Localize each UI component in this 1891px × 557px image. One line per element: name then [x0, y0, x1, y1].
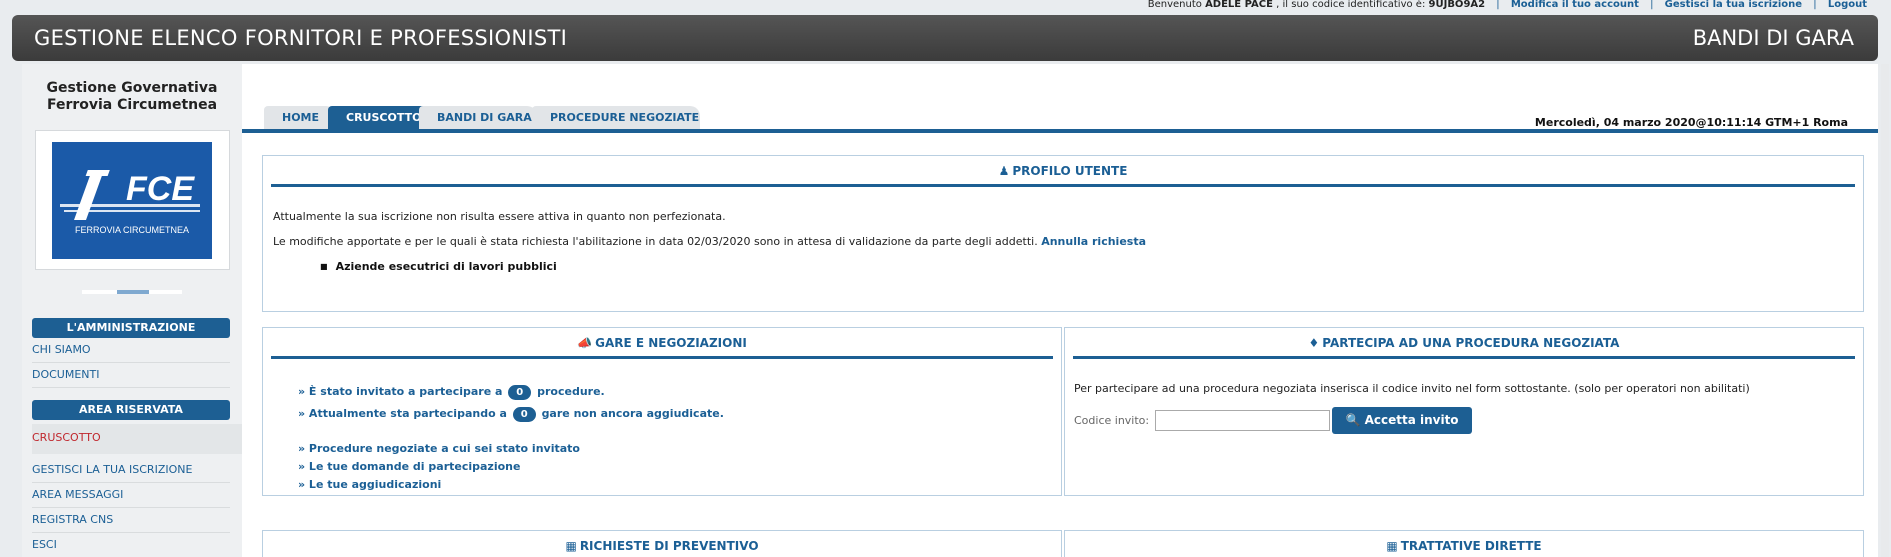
invited-prefix: » È stato invitato a partecipare a: [298, 385, 503, 398]
partecipa-title-text: PARTECIPA AD UNA PROCEDURA NEGOZIATA: [1322, 336, 1620, 350]
search-icon: 🔍: [1345, 413, 1361, 427]
org-name-line1: Gestione Governativa: [46, 80, 218, 96]
trattative-panel: ▦ TRATTATIVE DIRETTE: [1064, 530, 1864, 557]
slider-indicator[interactable]: [82, 290, 182, 294]
tab-home[interactable]: HOME: [264, 106, 336, 129]
preventivo-panel-title: ▦ RICHIESTE DI PREVENTIVO: [271, 531, 1053, 557]
app-header: GESTIONE ELENCO FORNITORI E PROFESSIONIS…: [12, 15, 1878, 61]
profile-panel-title: ♟ PROFILO UTENTE: [271, 156, 1855, 187]
page-scrollbar[interactable]: [1881, 64, 1889, 557]
participating-suffix: gare non ancora aggiudicate.: [541, 407, 724, 420]
trattative-panel-title: ▦ TRATTATIVE DIRETTE: [1073, 531, 1855, 557]
profile-title-text: PROFILO UTENTE: [1012, 164, 1128, 178]
fce-logo: FCE FERROVIA CIRCUMETNEA: [52, 141, 212, 259]
current-datetime: Mercoledì, 04 marzo 2020@10:11:14 GTM+1 …: [1534, 116, 1848, 129]
modify-account-link[interactable]: Modifica il tuo account: [1511, 0, 1639, 10]
separator: |: [1650, 0, 1654, 10]
sidebar-item-cruscotto[interactable]: CRUSCOTTO: [32, 424, 256, 454]
sidebar-item-chi-siamo[interactable]: CHI SIAMO: [32, 338, 230, 363]
tag-icon: ♦: [1308, 336, 1320, 350]
sidebar-item-documenti[interactable]: DOCUMENTI: [32, 363, 230, 388]
main-content: HOME CRUSCOTTO BANDI DI GARA PROCEDURE N…: [242, 64, 1878, 557]
invite-code-input[interactable]: [1155, 410, 1330, 431]
section-title: BANDI DI GARA: [1692, 26, 1854, 50]
sidebar: Gestione Governativa Ferrovia Circumetne…: [22, 64, 256, 557]
user-code: 9UJBO9A2: [1428, 0, 1486, 10]
profile-pending-message: Le modifiche apportate e per le quali è …: [273, 235, 1038, 248]
separator: |: [1813, 0, 1817, 10]
manage-registration-link[interactable]: Gestisci la tua iscrizione: [1665, 0, 1802, 10]
user-icon: ♟: [998, 164, 1010, 178]
logo-caption: FERROVIA CIRCUMETNEA: [74, 224, 189, 235]
organization-name: Gestione Governativa Ferrovia Circumetne…: [22, 80, 242, 114]
user-bar: Benvenuto ADELE PACE , il suo codice ide…: [1148, 0, 1867, 12]
sidebar-item-gestisci-iscrizione[interactable]: GESTISCI LA TUA ISCRIZIONE: [32, 458, 230, 483]
code-text: , il suo codice identificativo è:: [1276, 0, 1426, 10]
logo-container[interactable]: FCE FERROVIA CIRCUMETNEA: [34, 130, 230, 270]
invited-suffix: procedure.: [537, 385, 605, 398]
preventivo-title-text: RICHIESTE DI PREVENTIVO: [579, 539, 759, 553]
logout-link[interactable]: Logout: [1828, 0, 1867, 10]
welcome-prefix: Benvenuto: [1147, 0, 1202, 10]
invite-code-label: Codice invito:: [1074, 414, 1150, 427]
gare-panel: 📣 GARE E NEGOZIAZIONI » È stato invitato …: [262, 327, 1062, 496]
gare-title-text: GARE E NEGOZIAZIONI: [595, 336, 747, 350]
partecipa-panel-title: ♦ PARTECIPA AD UNA PROCEDURA NEGOZIATA: [1073, 328, 1855, 359]
profile-pending-text: Le modifiche apportate e per le quali è …: [273, 235, 1146, 248]
participating-line[interactable]: » Attualmente sta partecipando a 0 gare …: [298, 407, 724, 422]
applications-link[interactable]: » Le tue domande di partecipazione: [298, 460, 520, 473]
accept-invite-button[interactable]: 🔍 Accetta invito: [1332, 407, 1472, 434]
invited-count-badge: 0: [508, 385, 532, 400]
list-icon: ▦: [1386, 539, 1398, 553]
sidebar-item-esci[interactable]: ESCI: [32, 533, 230, 557]
slider-active-dot: [117, 290, 149, 294]
fce-logo-graphic: FCE: [60, 169, 200, 220]
app-title: GESTIONE ELENCO FORNITORI E PROFESSIONIS…: [34, 26, 568, 50]
list-icon: ▦: [565, 539, 577, 553]
megaphone-icon: 📣: [577, 336, 593, 350]
tab-bandi-di-gara[interactable]: BANDI DI GARA: [419, 106, 537, 129]
menu-head-administration: L'AMMINISTRAZIONE: [32, 318, 230, 338]
cancel-request-link[interactable]: Annulla richiesta: [1041, 235, 1146, 248]
sidebar-item-area-messaggi[interactable]: AREA MESSAGGI: [32, 483, 230, 508]
partecipa-description: Per partecipare ad una procedura negozia…: [1074, 382, 1750, 395]
awards-link[interactable]: » Le tue aggiudicazioni: [298, 478, 441, 491]
category-bullet: Aziende esecutrici di lavori pubblici: [320, 260, 557, 273]
user-name: ADELE PACE: [1205, 0, 1273, 10]
org-name-line2: Ferrovia Circumetnea: [46, 97, 218, 113]
logo-text: FCE: [126, 170, 195, 208]
trattative-title-text: TRATTATIVE DIRETTE: [1400, 539, 1542, 553]
participating-count-badge: 0: [512, 407, 536, 422]
separator: |: [1496, 0, 1500, 10]
gare-panel-title: 📣 GARE E NEGOZIAZIONI: [271, 328, 1053, 359]
profile-panel: ♟ PROFILO UTENTE Attualmente la sua iscri…: [262, 155, 1864, 312]
preventivo-panel: ▦ RICHIESTE DI PREVENTIVO: [262, 530, 1062, 557]
partecipa-panel: ♦ PARTECIPA AD UNA PROCEDURA NEGOZIATA Pe…: [1064, 327, 1864, 496]
accept-invite-label: Accetta invito: [1364, 413, 1459, 427]
invited-procedures-line[interactable]: » È stato invitato a partecipare a 0 pro…: [298, 385, 605, 400]
participating-prefix: » Attualmente sta partecipando a: [298, 407, 507, 420]
profile-status-text: Attualmente la sua iscrizione non risult…: [273, 210, 726, 223]
tab-underline: [242, 129, 1878, 133]
sidebar-item-registra-cns[interactable]: REGISTRA CNS: [32, 508, 230, 533]
invited-procedures-link[interactable]: » Procedure negoziate a cui sei stato in…: [298, 442, 580, 455]
tab-procedure-negoziate[interactable]: PROCEDURE NEGOZIATE: [532, 106, 700, 129]
menu-head-reserved-area: AREA RISERVATA: [32, 400, 230, 420]
